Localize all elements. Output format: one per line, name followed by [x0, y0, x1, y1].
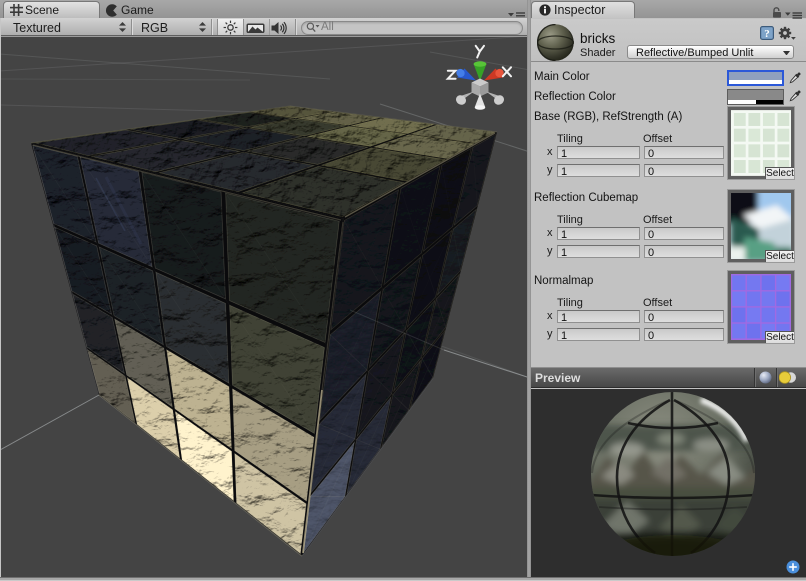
svg-text:?: ? [764, 28, 770, 40]
